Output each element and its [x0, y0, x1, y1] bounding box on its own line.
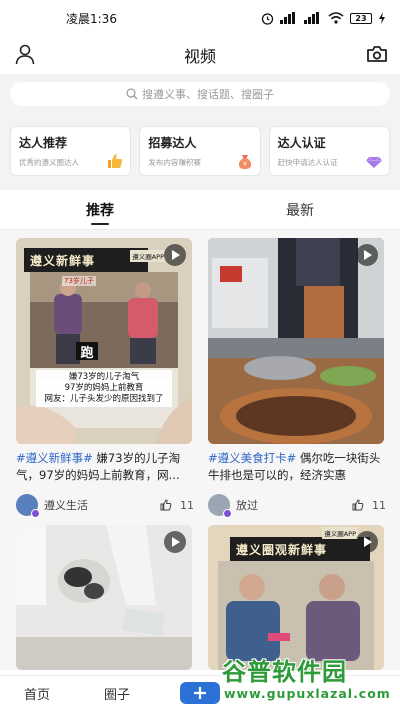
signal-icon-2	[304, 12, 319, 24]
battery-indicator: 23	[350, 12, 372, 24]
thumbnail-sub-caption: 73岁儿子	[62, 276, 96, 286]
post-hashtag[interactable]: #遵义美食打卡#	[208, 451, 296, 465]
thumbs-up-icon	[352, 499, 364, 511]
card-title: 达人认证	[277, 136, 326, 150]
thumbnail-banner: 遵义圈观新鲜事	[230, 537, 370, 561]
like-button[interactable]: 11	[160, 499, 194, 512]
like-button[interactable]: 11	[352, 499, 386, 512]
video-feed: 遵义新鲜事 遵义圈APP 73岁儿子 跑 嫌73岁的儿子淘气 97岁的妈妈上前教…	[0, 230, 400, 670]
watermark-title: 谷普软件园	[222, 658, 347, 686]
thumbnail-brand: 遵义圈APP	[130, 250, 166, 262]
alarm-icon	[261, 12, 274, 25]
card-expert-certify[interactable]: 达人认证 赶快申请达人认证	[268, 126, 390, 176]
video-thumbnail[interactable]	[16, 525, 192, 670]
avatar[interactable]	[16, 494, 40, 518]
post-text: #遵义美食打卡# 偶尔吃一块街头牛排也是可以的，经济实惠	[208, 450, 386, 484]
post-text: #遵义新鲜事# 嫌73岁的儿子淘气，97岁的妈妈上前教育，网...	[16, 450, 194, 484]
search-icon	[126, 88, 138, 100]
author-name[interactable]: 遵义生活	[44, 497, 88, 513]
camera-icon[interactable]	[364, 41, 390, 67]
author-name[interactable]: 放过	[236, 497, 258, 513]
thumbs-up-icon	[160, 499, 172, 511]
charging-icon	[379, 12, 385, 24]
like-count: 11	[372, 498, 386, 512]
wifi-icon	[328, 12, 344, 24]
verified-badge-icon	[31, 509, 40, 518]
money-bag-icon: ¥	[238, 155, 251, 169]
card-title: 招募达人	[148, 136, 197, 150]
card-title: 达人推荐	[19, 136, 68, 150]
status-icons: 23	[261, 12, 386, 25]
card-expert-recommend[interactable]: 达人推荐 优秀的遵义圈达人	[10, 126, 132, 176]
nav-circle[interactable]: 圈子	[104, 684, 130, 703]
video-thumbnail[interactable]: 遵义新鲜事 遵义圈APP 73岁儿子 跑 嫌73岁的儿子淘气 97岁的妈妈上前教…	[16, 238, 192, 444]
status-bar: 凌晨1:36 23	[0, 0, 400, 36]
thumbs-up-icon	[108, 154, 123, 168]
page-title: 视频	[183, 47, 216, 66]
signal-icon	[280, 12, 295, 24]
search-placeholder: 搜遵义事、搜话题、搜圈子	[142, 88, 274, 101]
avatar[interactable]	[208, 494, 232, 518]
thumbnail-caption-3: 网友：儿子头发少的原因找到了	[36, 392, 172, 407]
video-post[interactable]: #遵义美食打卡# 偶尔吃一块街头牛排也是可以的，经济实惠 放过 11	[208, 238, 386, 518]
post-hashtag[interactable]: #遵义新鲜事#	[16, 451, 93, 465]
feed-tabs: 推荐 最新	[0, 190, 400, 230]
thumbnail-jin-badge: 跑	[76, 342, 98, 361]
diamond-icon	[365, 156, 382, 168]
watermark-url: www.gupuxlazal.com	[224, 686, 391, 701]
like-count: 11	[180, 498, 194, 512]
play-icon[interactable]	[356, 244, 378, 266]
tab-recommend[interactable]: 推荐	[0, 190, 200, 229]
video-post[interactable]: 遵义新鲜事 遵义圈APP 73岁儿子 跑 嫌73岁的儿子淘气 97岁的妈妈上前教…	[16, 238, 194, 518]
app-header: 视频	[0, 36, 400, 74]
search-input[interactable]: 搜遵义事、搜话题、搜圈子	[10, 82, 390, 106]
plus-icon	[194, 687, 206, 699]
post-meta: 遵义生活 11	[16, 494, 194, 518]
play-icon[interactable]	[164, 531, 186, 553]
nav-home[interactable]: 首页	[24, 684, 50, 703]
svg-text:¥: ¥	[243, 161, 247, 168]
thumbnail-brand: 遵义圈APP	[322, 527, 358, 539]
watermark: 谷普软件园 www.gupuxlazal.com	[214, 648, 400, 711]
thumbnail-image	[208, 238, 384, 444]
feature-cards: 达人推荐 优秀的遵义圈达人 招募达人 发布内容赚积赛 ¥ 达人认证 赶快申请达人…	[10, 126, 390, 176]
play-icon[interactable]	[356, 531, 378, 553]
play-icon[interactable]	[164, 244, 186, 266]
card-recruit-expert[interactable]: 招募达人 发布内容赚积赛 ¥	[139, 126, 261, 176]
video-post[interactable]	[16, 525, 194, 670]
tab-latest[interactable]: 最新	[200, 190, 400, 229]
verified-badge-icon	[223, 509, 232, 518]
user-icon[interactable]	[12, 41, 38, 67]
video-thumbnail[interactable]	[208, 238, 384, 444]
status-time: 凌晨1:36	[66, 11, 117, 26]
post-meta: 放过 11	[208, 494, 386, 518]
